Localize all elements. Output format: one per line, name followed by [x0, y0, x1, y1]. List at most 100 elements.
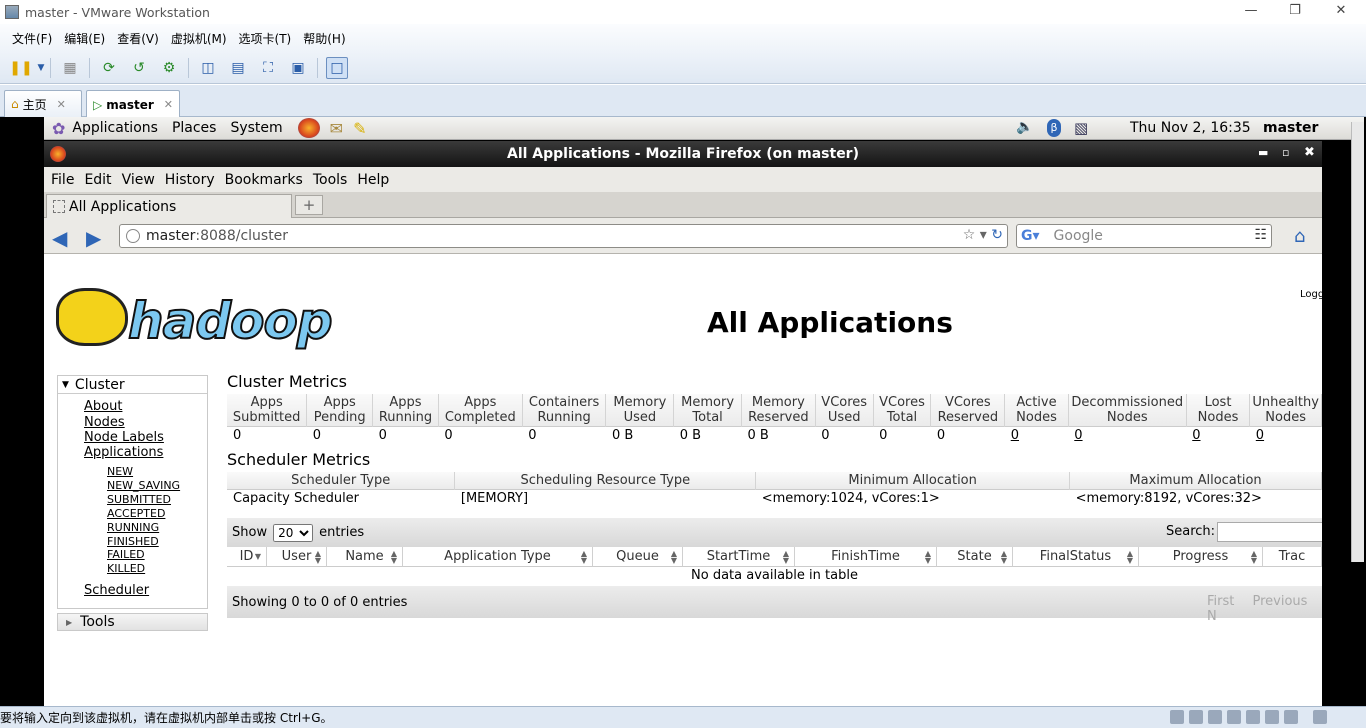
nav-state-running[interactable]: RUNNING	[107, 521, 159, 534]
ff-menu-edit[interactable]: Edit	[79, 172, 116, 188]
apps-column-header-4[interactable]: Queue ▲ ▼	[593, 547, 683, 567]
full-screen-icon[interactable]: ⛶	[257, 57, 279, 79]
mail-launcher-icon[interactable]: ✉	[330, 119, 343, 138]
ff-menu-file[interactable]: File	[46, 172, 79, 188]
google-engine-icon[interactable]: G▾	[1021, 228, 1040, 244]
network-icon[interactable]: ▧	[1074, 119, 1088, 137]
nav-state-accepted[interactable]: ACCEPTED	[107, 507, 165, 520]
console-view-icon[interactable]: □	[326, 56, 348, 79]
nav-about[interactable]: About	[84, 399, 122, 414]
restore-icon[interactable]: ❐	[1280, 2, 1310, 20]
tab-home[interactable]: ⌂ 主页 ✕	[4, 90, 82, 117]
apps-column-header-2[interactable]: Name ▲ ▼	[327, 547, 403, 567]
nav-scheduler[interactable]: Scheduler	[84, 583, 149, 598]
unity-icon[interactable]: ▣	[287, 57, 309, 79]
menu-tabs[interactable]: 选项卡(T)	[233, 30, 298, 47]
menu-edit[interactable]: 编辑(E)	[58, 30, 111, 47]
tools-section-header[interactable]: ▶ Tools	[57, 613, 208, 631]
apps-column-header-8[interactable]: FinalStatus ▲ ▼	[1013, 547, 1139, 567]
ff-close-icon[interactable]: ✖	[1304, 145, 1315, 160]
nav-nodes[interactable]: Nodes	[84, 415, 125, 430]
entries-per-page-select[interactable]: 20	[273, 523, 314, 542]
nav-state-finished[interactable]: FINISHED	[107, 535, 159, 548]
close-tab-icon[interactable]: ✕	[57, 98, 66, 111]
new-tab-button[interactable]: +	[295, 195, 323, 215]
tab-master[interactable]: ▷ master ✕	[86, 90, 180, 118]
firefox-launcher-icon[interactable]	[297, 118, 320, 138]
ff-menu-view[interactable]: View	[117, 172, 160, 188]
nav-node-labels[interactable]: Node Labels	[84, 430, 164, 445]
ff-tab-all-applications[interactable]: All Applications	[46, 194, 292, 218]
gnome-menu-applications[interactable]: Applications	[65, 120, 165, 136]
ff-menu-history[interactable]: History	[160, 172, 220, 188]
close-icon[interactable]: ✕	[1326, 2, 1356, 20]
hdd-icon[interactable]	[1170, 710, 1184, 724]
search-go-icon[interactable]: ☷	[1254, 227, 1267, 243]
menu-vm[interactable]: 虚拟机(M)	[165, 30, 233, 47]
pager-next[interactable]: N	[1207, 609, 1217, 624]
message-icon[interactable]	[1313, 710, 1327, 724]
ff-menu-bookmarks[interactable]: Bookmarks	[220, 172, 308, 188]
show-library-icon[interactable]: ◫	[197, 57, 219, 79]
pager-previous[interactable]: Previous	[1253, 594, 1308, 609]
gnome-user[interactable]: master	[1263, 120, 1318, 136]
apps-column-header-10[interactable]: Trac	[1263, 547, 1322, 567]
revert-snapshot-icon[interactable]: ↺	[128, 57, 150, 79]
nav-state-submitted[interactable]: SUBMITTED	[107, 493, 171, 506]
thumbnail-bar-icon[interactable]: ▤	[227, 57, 249, 79]
apps-search-input[interactable]	[1217, 522, 1322, 542]
apps-column-header-0[interactable]: ID ▼	[227, 547, 267, 567]
nav-state-new[interactable]: NEW	[107, 465, 133, 478]
sound-icon[interactable]	[1265, 710, 1279, 724]
dropdown-arrow-icon[interactable]: ▼	[36, 57, 46, 79]
apps-column-header-5[interactable]: StartTime ▲ ▼	[683, 547, 795, 567]
pause-icon[interactable]: ❚❚	[9, 57, 32, 79]
ff-maximize-icon[interactable]: ▫	[1282, 146, 1289, 159]
cluster-metrics-value-13[interactable]: 0	[1186, 426, 1250, 444]
cluster-section-header[interactable]: ▼ Cluster	[58, 376, 207, 394]
reload-icon[interactable]: ↻	[991, 227, 1003, 243]
bluetooth-icon[interactable]: β	[1047, 119, 1061, 137]
menu-help[interactable]: 帮助(H)	[297, 30, 351, 47]
ff-minimize-icon[interactable]: ▬	[1258, 146, 1268, 159]
usb-icon[interactable]	[1227, 710, 1241, 724]
nav-state-new-saving[interactable]: NEW_SAVING	[107, 479, 180, 492]
nav-state-failed[interactable]: FAILED	[107, 548, 145, 561]
gnome-menu-system[interactable]: System	[223, 120, 289, 136]
bookmark-star-icon[interactable]: ☆ ▾ ↻	[963, 227, 1003, 243]
gnome-foot-icon[interactable]: ✿	[52, 119, 65, 138]
menu-file[interactable]: 文件(F)	[6, 30, 58, 47]
pager-first[interactable]: First	[1207, 594, 1234, 609]
guest-screen[interactable]: ✿ Applications Places System ✉ ✎ 🔈 β ▧ T…	[0, 117, 1366, 706]
apps-column-header-3[interactable]: Application Type ▲ ▼	[403, 547, 593, 567]
cdrom-icon[interactable]	[1189, 710, 1203, 724]
menu-view[interactable]: 查看(V)	[111, 30, 165, 47]
ff-menu-tools[interactable]: Tools	[308, 172, 353, 188]
notes-launcher-icon[interactable]: ✎	[353, 119, 366, 138]
cluster-metrics-value-11[interactable]: 0	[1004, 426, 1069, 444]
network-adapter-icon[interactable]	[1208, 710, 1222, 724]
guest-scrollbar[interactable]	[1351, 122, 1364, 562]
send-ctrl-alt-del-icon[interactable]: ▦	[59, 57, 81, 79]
minimize-icon[interactable]: —	[1236, 2, 1266, 20]
snapshot-manager-icon[interactable]: ⚙	[158, 57, 180, 79]
forward-icon[interactable]: ▶	[86, 226, 101, 250]
back-icon[interactable]: ◀	[52, 226, 67, 250]
cluster-metrics-value-12[interactable]: 0	[1068, 426, 1187, 444]
apps-column-header-9[interactable]: Progress ▲ ▼	[1139, 547, 1263, 567]
nav-applications[interactable]: Applications	[84, 445, 163, 460]
ff-menu-help[interactable]: Help	[352, 172, 394, 188]
apps-column-header-1[interactable]: User ▲ ▼	[267, 547, 327, 567]
url-bar[interactable]: master:8088/cluster ☆ ▾ ↻	[119, 224, 1008, 248]
printer-icon[interactable]	[1246, 710, 1260, 724]
display-icon[interactable]	[1284, 710, 1298, 724]
close-tab-icon[interactable]: ✕	[164, 98, 173, 111]
snapshot-icon[interactable]: ⟳	[98, 57, 120, 79]
volume-icon[interactable]: 🔈	[1016, 119, 1033, 135]
nav-state-killed[interactable]: KILLED	[107, 562, 145, 575]
gnome-menu-places[interactable]: Places	[165, 120, 224, 136]
hadoop-logo[interactable]: hadoop	[56, 288, 334, 352]
home-button-icon[interactable]: ⌂	[1294, 226, 1305, 247]
apps-column-header-6[interactable]: FinishTime ▲ ▼	[795, 547, 937, 567]
apps-column-header-7[interactable]: State ▲ ▼	[937, 547, 1013, 567]
